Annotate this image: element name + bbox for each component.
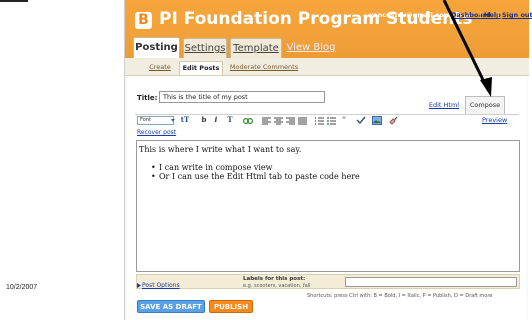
- recover-post-link[interactable]: Recover post: [137, 129, 176, 136]
- tab-template[interactable]: Template: [230, 38, 282, 58]
- bullet-list-icon[interactable]: [327, 117, 337, 125]
- tab-edit-html[interactable]: Edit Html: [427, 99, 461, 113]
- labels-caption: Labels for this post:: [243, 276, 306, 282]
- text-color-icon[interactable]: T: [225, 115, 235, 125]
- post-options-link[interactable]: Post Options: [142, 282, 180, 289]
- labels-input[interactable]: [345, 277, 517, 287]
- align-justify-icon[interactable]: [298, 117, 308, 125]
- publish-button[interactable]: PUBLISH: [209, 300, 253, 313]
- spellcheck-icon[interactable]: [356, 116, 366, 125]
- subtab-edit-posts[interactable]: Edit Posts: [179, 61, 223, 75]
- numbered-list-icon[interactable]: [315, 117, 325, 125]
- header-separator: |: [497, 11, 500, 19]
- tab-compose[interactable]: Compose: [465, 96, 505, 114]
- blogger-logo-icon: B: [135, 12, 152, 29]
- save-as-draft-button[interactable]: SAVE AS DRAFT: [137, 300, 205, 313]
- link-icon[interactable]: [243, 117, 253, 125]
- italic-icon[interactable]: i: [211, 115, 221, 125]
- shortcuts-hint: Shortcuts: press Ctrl with: B = Bold, I …: [307, 293, 493, 299]
- title-label: Title:: [137, 94, 158, 102]
- bold-icon[interactable]: b: [199, 115, 209, 125]
- blockquote-icon[interactable]: “: [339, 115, 349, 125]
- title-input[interactable]: This is the title of my post: [159, 91, 325, 103]
- editor-bullet-list: I can write in compose view Or I can use…: [151, 163, 517, 181]
- slide: 10/2/2007 B PI Foundation Program Studen…: [0, 0, 532, 320]
- slide-date: 10/2/2007: [6, 284, 38, 291]
- align-center-icon[interactable]: [274, 117, 284, 125]
- list-item: Or I can use the Edit Html tab to paste …: [151, 172, 517, 181]
- editor-paragraph: This is where I write what I want to say…: [139, 145, 302, 154]
- tab-posting[interactable]: Posting: [133, 37, 180, 60]
- list-item: I can write in compose view: [151, 163, 517, 172]
- slide-top-rule: [0, 0, 28, 2]
- subtab-create[interactable]: Create: [145, 61, 175, 75]
- triangle-right-icon: [137, 283, 141, 288]
- font-select[interactable]: Font: [137, 116, 174, 125]
- chevron-down-icon: [171, 119, 175, 122]
- font-size-icon[interactable]: tT: [180, 115, 190, 125]
- post-body-editor[interactable]: This is where I write what I want to say…: [136, 140, 520, 272]
- header-separator: |: [479, 11, 482, 19]
- labels-hint: e.g. scooters, vacation, fall: [243, 283, 311, 289]
- user-email: vancestev@gmail.com: [369, 11, 451, 19]
- remove-format-icon[interactable]: [389, 116, 399, 125]
- subtab-moderate-comments[interactable]: Moderate Comments: [227, 61, 301, 75]
- sign-out-link[interactable]: Sign out: [502, 11, 532, 19]
- tab-settings[interactable]: Settings: [183, 38, 227, 58]
- align-right-icon[interactable]: [286, 117, 296, 125]
- tab-view-blog[interactable]: View Blog: [286, 38, 336, 58]
- image-icon[interactable]: [372, 116, 382, 125]
- preview-link[interactable]: Preview: [482, 116, 507, 124]
- blogger-window: B PI Foundation Program Students vancest…: [124, 0, 532, 320]
- align-left-icon[interactable]: [262, 117, 272, 125]
